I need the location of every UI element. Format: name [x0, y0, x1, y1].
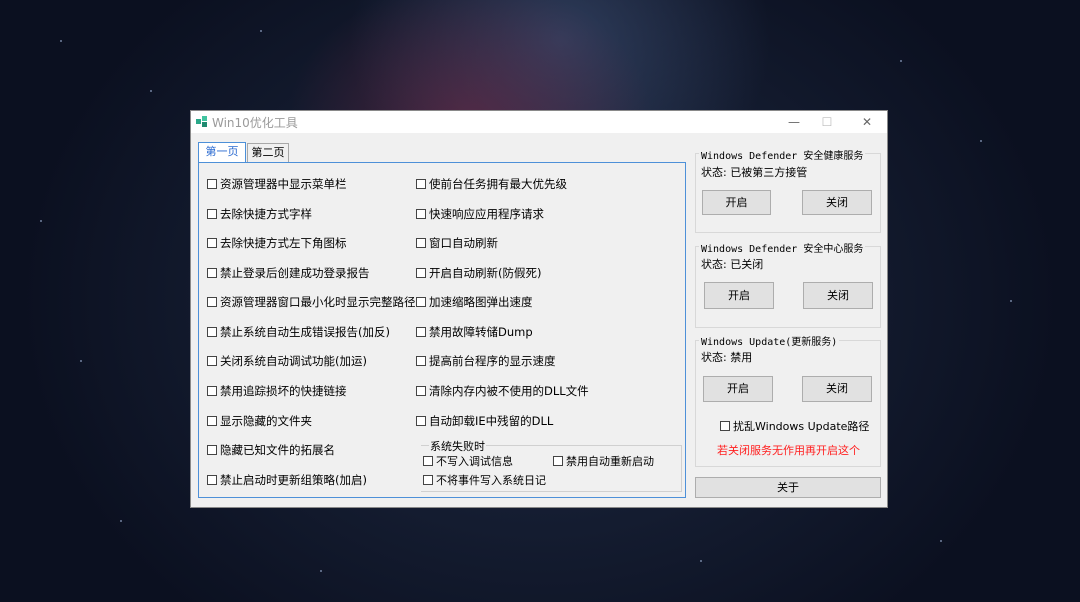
checkbox-box [207, 356, 217, 366]
tab-panel: 资源管理器中显示菜单栏 去除快捷方式字样 去除快捷方式左下角图标 禁止登录后创建… [198, 162, 686, 498]
checkbox-clear-unused-dll[interactable]: 清除内存内被不使用的DLL文件 [416, 383, 589, 399]
checkbox-scramble-update-path[interactable]: 扰乱Windows Update路径 [720, 418, 869, 434]
checkbox-box [416, 238, 426, 248]
checkbox-box [720, 421, 730, 431]
checkbox-fast-app-response[interactable]: 快速响应应用程序请求 [416, 206, 544, 222]
checkbox-remove-shortcut-arrow[interactable]: 去除快捷方式左下角图标 [207, 235, 347, 251]
defender-health-status: 状态: 已被第三方接管 [701, 166, 808, 179]
defender-center-title: Windows Defender 安全中心服务 [699, 240, 866, 255]
checkbox-foreground-priority[interactable]: 使前台任务拥有最大优先级 [416, 176, 567, 192]
checkbox-disable-auto-restart[interactable]: 禁用自动重新启动 [553, 453, 654, 469]
checkbox-disable-link-tracking[interactable]: 禁用追踪损坏的快捷链接 [207, 383, 347, 399]
checkbox-box [416, 268, 426, 278]
checkbox-auto-refresh-antifreeze[interactable]: 开启自动刷新(防假死) [416, 265, 541, 281]
checkbox-box [416, 356, 426, 366]
checkbox-foreground-display-speed[interactable]: 提高前台程序的显示速度 [416, 353, 556, 369]
checkbox-box [416, 179, 426, 189]
checkbox-box [207, 179, 217, 189]
app-window: Win10优化工具 — ☐ ✕ 第一页 第二页 资源管理器中显示菜单栏 去除快捷… [190, 110, 888, 508]
checkbox-box [416, 297, 426, 307]
checkbox-thumbnail-speed[interactable]: 加速缩略图弹出速度 [416, 294, 533, 310]
windows-update-status: 状态: 禁用 [701, 351, 753, 364]
checkbox-hide-extensions[interactable]: 隐藏已知文件的拓展名 [207, 442, 335, 458]
checkbox-window-auto-refresh[interactable]: 窗口自动刷新 [416, 235, 498, 251]
windows-update-on-button[interactable]: 开启 [703, 376, 773, 402]
defender-health-on-button[interactable]: 开启 [702, 190, 771, 215]
close-icon[interactable]: ✕ [849, 111, 885, 133]
tab-page-2[interactable]: 第二页 [247, 143, 289, 163]
windows-update-off-button[interactable]: 关闭 [802, 376, 872, 402]
checkbox-show-full-path[interactable]: 资源管理器窗口最小化时显示完整路径 [207, 294, 416, 310]
defender-center-off-button[interactable]: 关闭 [803, 282, 873, 309]
defender-health-off-button[interactable]: 关闭 [802, 190, 872, 215]
defender-center-status: 状态: 已关闭 [701, 258, 764, 271]
checkbox-box [207, 297, 217, 307]
windows-update-warning: 若关闭服务无作用再开启这个 [717, 444, 860, 457]
checkbox-box [207, 386, 217, 396]
checkbox-show-hidden-folders[interactable]: 显示隐藏的文件夹 [207, 413, 312, 429]
checkbox-box [207, 475, 217, 485]
checkbox-unload-ie-dll[interactable]: 自动卸载IE中残留的DLL [416, 413, 553, 429]
app-icon [196, 116, 207, 127]
checkbox-box [207, 238, 217, 248]
checkbox-box [207, 268, 217, 278]
checkbox-disable-gpupdate[interactable]: 禁止启动时更新组策略(加启) [207, 472, 367, 488]
checkbox-box [207, 327, 217, 337]
checkbox-no-debug-info[interactable]: 不写入调试信息 [423, 453, 513, 469]
checkbox-box [207, 209, 217, 219]
checkbox-disable-auto-debug[interactable]: 关闭系统自动调试功能(加运) [207, 353, 367, 369]
defender-center-on-button[interactable]: 开启 [704, 282, 774, 309]
tab-page-1[interactable]: 第一页 [198, 142, 246, 163]
title-bar[interactable]: Win10优化工具 — ☐ ✕ [191, 111, 887, 133]
checkbox-show-explorer-menubar[interactable]: 资源管理器中显示菜单栏 [207, 176, 347, 192]
checkbox-box [416, 209, 426, 219]
checkbox-disable-error-report[interactable]: 禁止系统自动生成错误报告(加反) [207, 324, 390, 340]
checkbox-box [207, 416, 217, 426]
checkbox-disable-login-report[interactable]: 禁止登录后创建成功登录报告 [207, 265, 370, 281]
checkbox-box [423, 456, 433, 466]
about-button[interactable]: 关于 [695, 477, 881, 498]
system-failure-title: 系统失败时 [429, 438, 486, 454]
checkbox-box [416, 386, 426, 396]
checkbox-no-event-log[interactable]: 不将事件写入系统日记 [423, 472, 546, 488]
checkbox-box [207, 445, 217, 455]
window-title: Win10优化工具 [212, 116, 298, 130]
checkbox-remove-shortcut-text[interactable]: 去除快捷方式字样 [207, 206, 312, 222]
checkbox-box [423, 475, 433, 485]
windows-update-title: Windows Update(更新服务) [699, 333, 840, 348]
checkbox-disable-dump[interactable]: 禁用故障转储Dump [416, 324, 533, 340]
checkbox-box [553, 456, 563, 466]
defender-health-title: Windows Defender 安全健康服务 [699, 147, 866, 162]
checkbox-box [416, 327, 426, 337]
minimize-icon[interactable]: — [776, 111, 812, 133]
checkbox-box [416, 416, 426, 426]
maximize-icon[interactable]: ☐ [809, 111, 845, 133]
